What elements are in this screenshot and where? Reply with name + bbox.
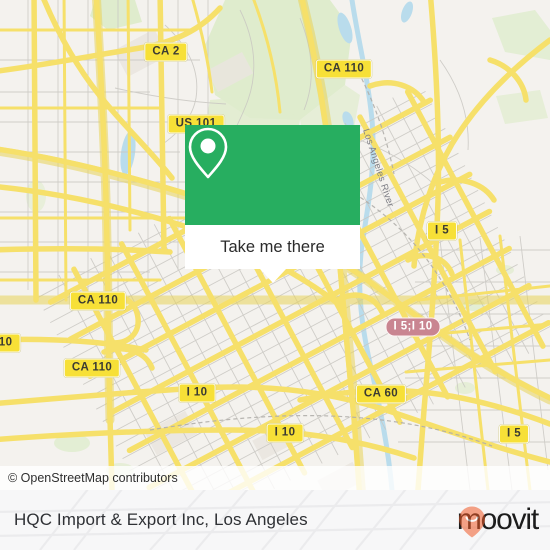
take-me-there-button[interactable]: Take me there: [185, 225, 360, 269]
place-popup-card[interactable]: Take me there: [185, 125, 360, 283]
highway-shield: CA 60: [355, 384, 407, 404]
popup-pointer: [259, 269, 286, 283]
highway-shield: CA 2: [144, 42, 188, 62]
highway-shield: I 10: [266, 423, 304, 443]
highway-shield: CA 110: [315, 59, 373, 79]
moovit-pin-icon: [458, 506, 485, 538]
map-canvas[interactable]: CA 2 CA 110 US 101 CA 110 CA 110 I 5I 5;I 10 I…: [0, 0, 550, 490]
page-title: HQC Import & Export Inc, Los Angeles: [14, 510, 308, 529]
highway-shield: I 10: [0, 333, 21, 353]
map-attribution-bar[interactable]: © OpenStreetMap contributors: [0, 466, 550, 490]
highway-shield: CA 110: [69, 291, 127, 311]
highway-shield: I 5: [499, 424, 529, 444]
take-me-there-label: Take me there: [220, 237, 325, 256]
moovit-place-card: CA 2 CA 110 US 101 CA 110 CA 110 I 5I 5;I 10 I…: [0, 0, 550, 550]
highway-shield: I 5;I 10: [385, 317, 441, 337]
footer-bar: HQC Import & Export Inc, Los Angeles moo…: [0, 490, 550, 550]
highway-shield: I 5: [427, 221, 457, 241]
map-pin-icon: [188, 127, 228, 179]
highway-shield: CA 110: [63, 358, 121, 378]
popup-icon-area: [185, 125, 360, 225]
highway-shield: I 10: [178, 383, 216, 403]
moovit-logo[interactable]: moovit: [457, 505, 539, 538]
osm-attribution-text[interactable]: © OpenStreetMap contributors: [0, 471, 178, 485]
